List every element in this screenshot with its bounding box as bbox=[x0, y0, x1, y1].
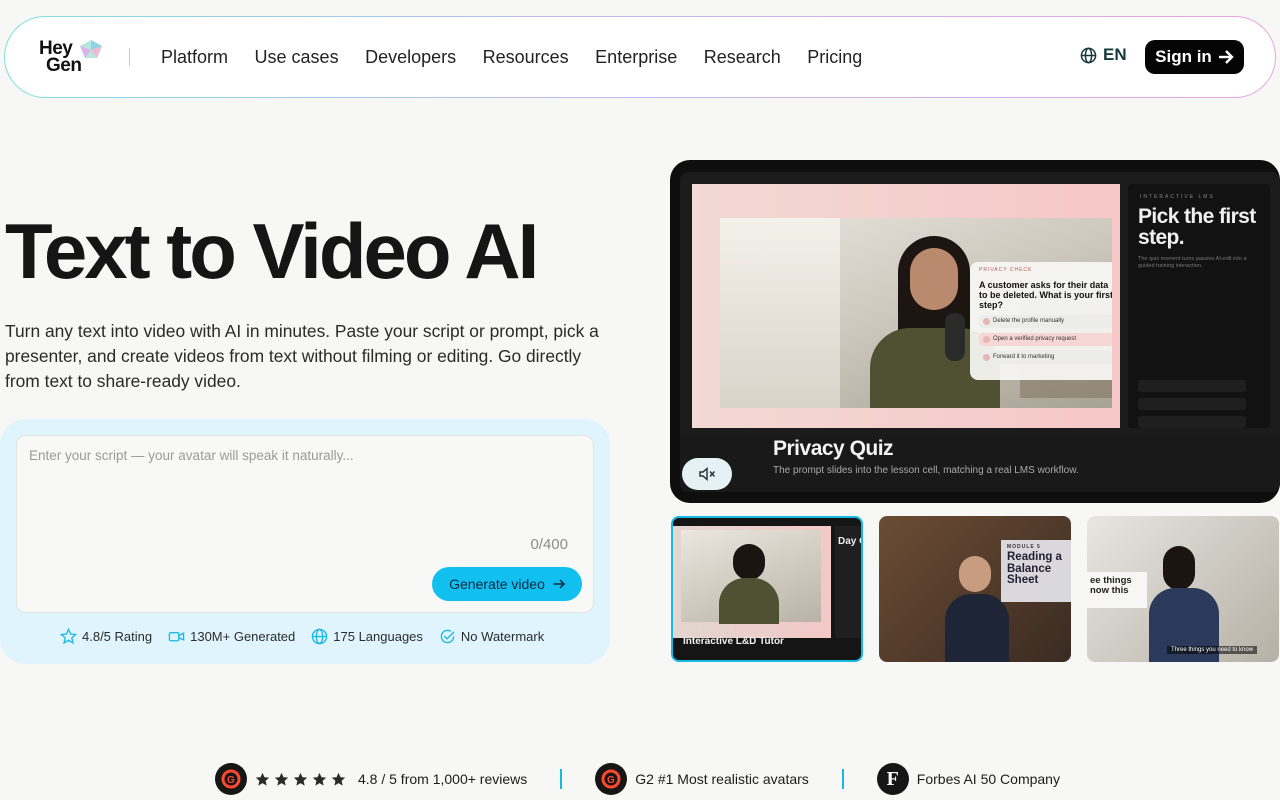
nav-link-resources[interactable]: Resources bbox=[483, 45, 569, 69]
logo-line-2: Gen bbox=[46, 55, 82, 76]
video-screen: PRIVACY CHECK A customer asks for their … bbox=[680, 172, 1280, 492]
badge-languages: 175 Languages bbox=[311, 628, 423, 645]
side-kicker: INTERACTIVE LMS bbox=[1140, 194, 1215, 200]
sign-in-label: Sign in bbox=[1155, 47, 1212, 66]
video-subtitle: The prompt slides into the lesson cell, … bbox=[773, 465, 1079, 476]
top-navbar: Hey Gen Platform Use cases Developers Re… bbox=[4, 16, 1276, 98]
thumbnail-card-title: Reading a Balance Sheet bbox=[1007, 551, 1062, 586]
proof-forbes-text: Forbes AI 50 Company bbox=[916, 771, 1060, 787]
thumbnail-side-text: Day O bbox=[838, 536, 861, 547]
nav-links: Platform Use cases Developers Resources … bbox=[161, 45, 889, 69]
g2-icon: G bbox=[215, 763, 247, 795]
star-icon bbox=[312, 772, 327, 786]
proof-reviews-text: 4.8 / 5 from 1,000+ reviews bbox=[358, 771, 528, 787]
feature-badges: 4.8/5 Rating 130M+ Generated 175 Languag… bbox=[60, 628, 544, 645]
star-icon bbox=[255, 772, 270, 786]
nav-link-platform[interactable]: Platform bbox=[161, 45, 228, 69]
badge-watermark-label: No Watermark bbox=[460, 629, 545, 644]
thumbnail-card: ee things now this bbox=[1087, 572, 1147, 608]
badge-generated: 130M+ Generated bbox=[168, 628, 295, 645]
language-label: EN bbox=[1103, 45, 1127, 64]
heygen-logo[interactable]: Hey Gen bbox=[39, 39, 103, 76]
mute-button[interactable] bbox=[682, 458, 732, 490]
hero-subtitle: Turn any text into video with AI in minu… bbox=[5, 321, 599, 391]
lesson-slide: PRIVACY CHECK A customer asks for their … bbox=[692, 184, 1120, 428]
thumbnail-card-kicker: MODULE 5 bbox=[1007, 544, 1041, 550]
video-title: Privacy Quiz bbox=[773, 437, 894, 460]
proof-divider bbox=[841, 769, 844, 789]
video-thumbnail[interactable]: MODULE 5 Reading a Balance Sheet bbox=[879, 516, 1071, 662]
generate-video-button[interactable]: Generate video bbox=[432, 567, 582, 601]
sign-in-button[interactable]: Sign in bbox=[1145, 40, 1244, 74]
generate-video-label: Generate video bbox=[449, 576, 545, 592]
forbes-icon: F bbox=[876, 763, 909, 795]
proof-forbes: F Forbes AI 50 Company bbox=[876, 763, 1060, 795]
video-thumbnail-active[interactable]: Day O Interactive L&D Tutor bbox=[671, 516, 863, 662]
proof-g2-text: G2 #1 Most realistic avatars bbox=[635, 771, 809, 787]
video-thumbnail[interactable]: ee things now this Three things you need… bbox=[1087, 516, 1279, 662]
character-counter: 0/400 bbox=[530, 536, 568, 553]
language-selector[interactable]: EN bbox=[1080, 45, 1127, 65]
arrow-right-icon bbox=[1218, 50, 1234, 64]
globe-icon bbox=[1080, 47, 1097, 63]
nav-link-pricing[interactable]: Pricing bbox=[807, 45, 862, 69]
forbes-letter: F bbox=[886, 767, 899, 790]
badge-watermark: No Watermark bbox=[439, 628, 544, 645]
video-player[interactable]: PRIVACY CHECK A customer asks for their … bbox=[670, 160, 1280, 503]
badge-rating-label: 4.8/5 Rating bbox=[82, 629, 153, 644]
script-box: 0/400 Generate video bbox=[16, 435, 594, 613]
badge-generated-label: 130M+ Generated bbox=[190, 629, 296, 644]
nav-link-enterprise[interactable]: Enterprise bbox=[595, 45, 677, 69]
badge-rating: 4.8/5 Rating bbox=[60, 628, 152, 645]
thumbnail-label: Interactive L&D Tutor bbox=[683, 636, 784, 647]
side-text: The quiz moment turns passive AI-edit in… bbox=[1138, 256, 1247, 269]
globe-icon bbox=[312, 628, 328, 645]
proof-reviews: G 4.8 / 5 from 1,000+ reviews bbox=[215, 763, 527, 795]
quiz-card: PRIVACY CHECK A customer asks for their … bbox=[970, 262, 1112, 380]
star-icon bbox=[293, 772, 308, 786]
nav-link-use-cases[interactable]: Use cases bbox=[255, 45, 339, 69]
quiz-option[interactable]: Forward it to marketing bbox=[979, 351, 1112, 364]
thumbnail-card: MODULE 5 Reading a Balance Sheet bbox=[1001, 540, 1071, 602]
script-input[interactable] bbox=[29, 448, 579, 528]
badge-languages-label: 175 Languages bbox=[333, 629, 423, 644]
g2-icon: G bbox=[595, 763, 628, 795]
svg-text:G: G bbox=[607, 775, 615, 786]
presenter-scene: PRIVACY CHECK A customer asks for their … bbox=[720, 218, 1112, 408]
logo-gem-icon bbox=[80, 40, 102, 58]
proof-divider bbox=[560, 769, 563, 789]
check-circle-icon bbox=[440, 629, 455, 644]
nav-link-developers[interactable]: Developers bbox=[365, 45, 456, 69]
hero-title: Text to Video AI bbox=[5, 207, 539, 295]
speaker-muted-icon bbox=[698, 467, 715, 481]
rating-stars bbox=[255, 772, 346, 787]
lms-side-panel: INTERACTIVE LMS Pick the first step. The… bbox=[1128, 184, 1270, 428]
nav-divider bbox=[129, 48, 130, 66]
video-camera-icon bbox=[168, 632, 185, 642]
social-proof-bar: G 4.8 / 5 from 1,000+ reviews G G2 #1 Mo… bbox=[215, 763, 1060, 795]
quiz-question: A customer asks for their data to be del… bbox=[979, 280, 1112, 310]
nav-link-research[interactable]: Research bbox=[704, 45, 781, 69]
svg-text:G: G bbox=[227, 775, 235, 786]
side-heading: Pick the first step. bbox=[1138, 205, 1256, 249]
quiz-option[interactable]: Delete the profile manually bbox=[979, 315, 1112, 328]
thumbnail-caption: Three things you need to know bbox=[1167, 646, 1258, 654]
quiz-kicker: PRIVACY CHECK bbox=[979, 267, 1033, 273]
star-icon bbox=[274, 772, 289, 786]
quiz-option-selected[interactable]: Open a verified privacy request bbox=[979, 333, 1112, 346]
proof-g2: G G2 #1 Most realistic avatars bbox=[595, 763, 809, 795]
microphone-icon bbox=[945, 313, 965, 361]
star-icon bbox=[60, 628, 77, 645]
arrow-right-icon bbox=[553, 579, 565, 589]
script-panel: 0/400 Generate video 4.8/5 Rating 130M+ … bbox=[0, 419, 610, 664]
star-icon bbox=[331, 772, 346, 786]
